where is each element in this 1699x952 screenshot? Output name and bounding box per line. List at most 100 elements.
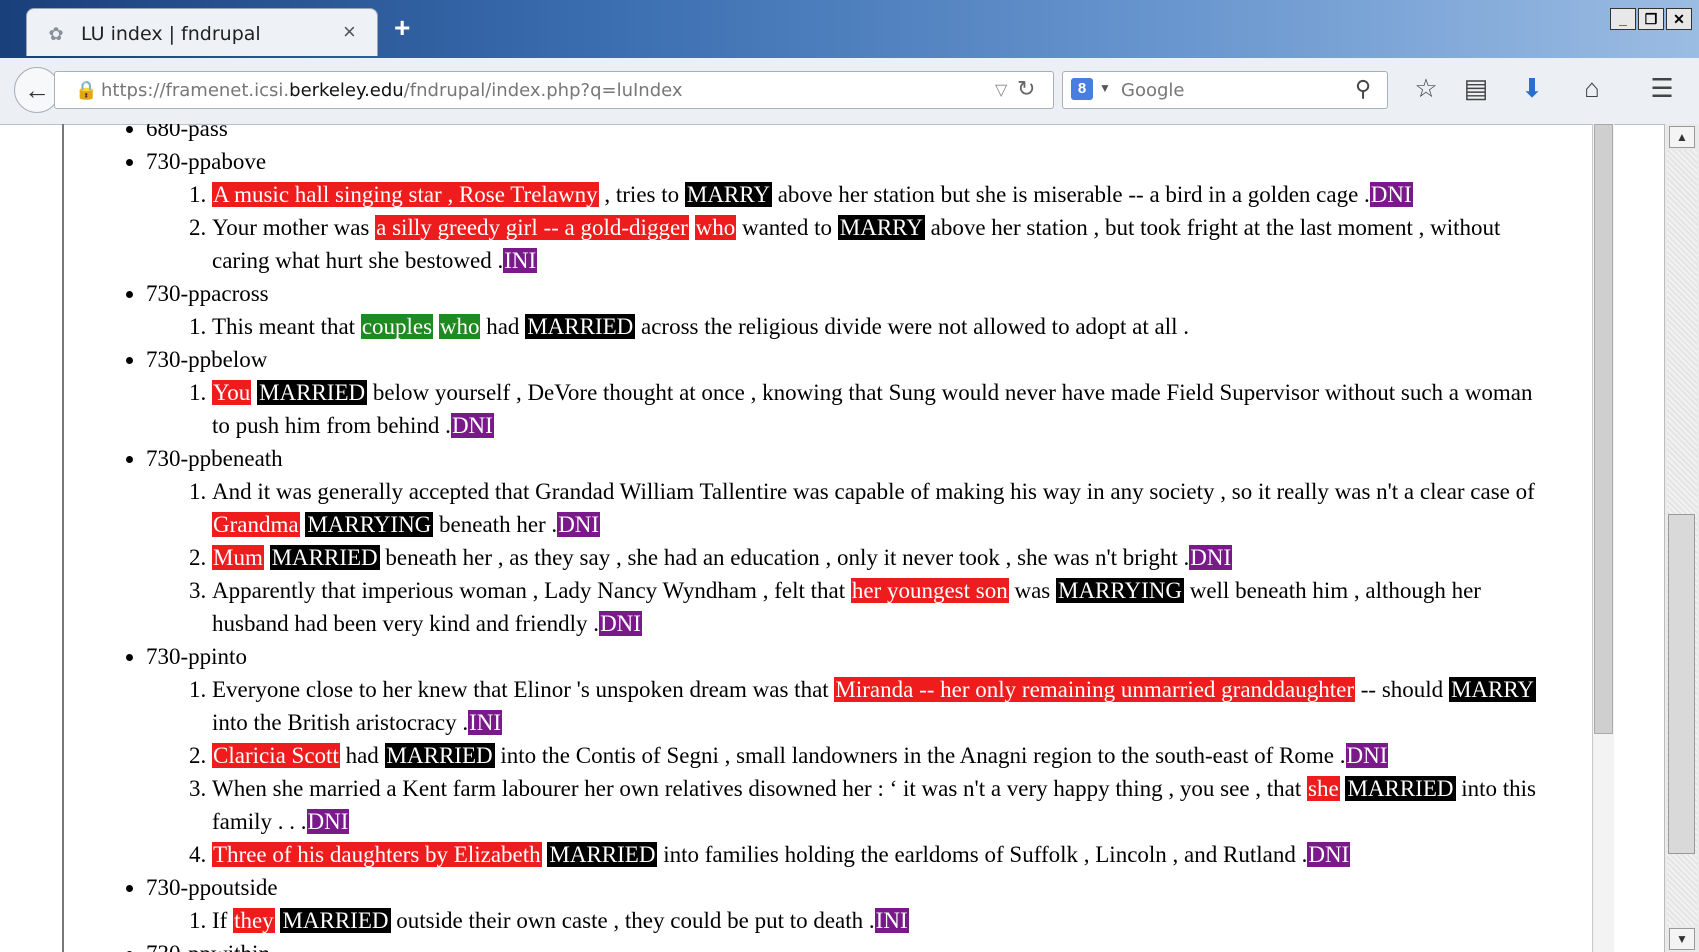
scrollbar-thumb[interactable]: [1668, 514, 1695, 854]
null-instantiation-label: DNI: [450, 413, 494, 438]
example-sentence: Everyone close to her knew that Elinor '…: [212, 673, 1584, 739]
lexical-unit-item: 730-ppwithin: [146, 937, 1584, 952]
sentence-text: into the British aristocracy .: [212, 710, 469, 735]
page-inner-scrollbar[interactable]: [1592, 124, 1614, 952]
null-instantiation-label: DNI: [1369, 182, 1413, 207]
frame-element-highlight-green: couples: [360, 314, 434, 339]
target-word-highlight: MARRY: [684, 182, 772, 207]
window-titlebar: ✿ LU index | fndrupal × + _ ❐ ✕: [0, 0, 1699, 58]
lexical-unit-name[interactable]: 730-ppbeneath: [146, 446, 283, 471]
url-suffix: /fndrupal/index.php?q=luIndex: [403, 80, 683, 101]
sentence-text: , tries to: [598, 182, 685, 207]
back-arrow-icon: ←: [24, 75, 50, 105]
example-sentence: This meant that couples who had MARRIED …: [212, 310, 1584, 343]
target-word-highlight: MARRIED: [257, 380, 368, 405]
search-bar[interactable]: 8 ▼ Google ⚲: [1062, 71, 1388, 109]
lexical-unit-name[interactable]: 730-ppwithin: [146, 941, 270, 952]
url-bar[interactable]: 🔒 https://framenet.icsi.berkeley.edu/fnd…: [54, 71, 1054, 109]
bookmark-star-icon[interactable]: ☆: [1406, 68, 1446, 108]
sentence-text: And it was generally accepted that Grand…: [212, 479, 1535, 504]
sentence-text: Apparently that imperious woman , Lady N…: [212, 578, 851, 603]
example-sentence: You MARRIED below yourself , DeVore thou…: [212, 376, 1584, 442]
menu-icon[interactable]: ☰: [1642, 68, 1682, 108]
scroll-up-arrow-icon[interactable]: ▲: [1669, 126, 1695, 148]
url-history-dropdown-icon[interactable]: ▽: [995, 80, 1007, 100]
sentence-text: was: [1008, 578, 1056, 603]
home-icon[interactable]: ⌂: [1572, 68, 1612, 108]
tab-close-icon[interactable]: ×: [343, 19, 356, 45]
target-word-highlight: MARRIED: [525, 314, 636, 339]
target-word-highlight: MARRIED: [269, 545, 380, 570]
sentence-text: [433, 314, 439, 339]
lexical-unit-name[interactable]: 730-ppacross: [146, 281, 269, 306]
null-instantiation-label: INI: [468, 710, 503, 735]
sentence-text: beneath her .: [433, 512, 558, 537]
example-sentence: Your mother was a silly greedy girl -- a…: [212, 211, 1584, 277]
lexical-unit-name[interactable]: 730-ppbelow: [146, 347, 267, 372]
close-window-button[interactable]: ✕: [1666, 8, 1692, 30]
search-placeholder: Google: [1121, 80, 1185, 101]
sentence-text: When she married a Kent farm labourer he…: [212, 776, 1308, 801]
url-text[interactable]: https://framenet.icsi.berkeley.edu/fndru…: [101, 80, 683, 101]
lock-icon: 🔒: [75, 80, 98, 100]
target-word-highlight: MARRYING: [305, 512, 434, 537]
minimize-button[interactable]: _: [1610, 8, 1636, 30]
example-sentence: A music hall singing star , Rose Trelawn…: [212, 178, 1584, 211]
sentence-text: [689, 215, 695, 240]
example-sentence-list: If they MARRIED outside their own caste …: [146, 904, 1584, 937]
lexical-unit-name[interactable]: 680-pass: [146, 124, 228, 141]
example-sentence: When she married a Kent farm labourer he…: [212, 772, 1584, 838]
null-instantiation-label: DNI: [1307, 842, 1351, 867]
frame-element-highlight: they: [233, 908, 275, 933]
lexical-unit-item: 730-ppinto Everyone close to her knew tha…: [146, 640, 1584, 871]
window-controls: _ ❐ ✕: [1608, 8, 1692, 32]
downloads-icon[interactable]: ⬇: [1512, 68, 1552, 108]
lexical-unit-name[interactable]: 730-ppabove: [146, 149, 266, 174]
search-icon[interactable]: ⚲: [1355, 76, 1371, 102]
search-engine-dropdown-icon[interactable]: ▼: [1099, 81, 1111, 95]
sentence-text: had: [339, 743, 385, 768]
search-engine-icon[interactable]: 8: [1071, 78, 1093, 100]
sentence-text: Everyone close to her knew that Elinor '…: [212, 677, 835, 702]
lexical-unit-name[interactable]: 730-ppinto: [146, 644, 247, 669]
sentence-text: beneath her , as they say , she had an e…: [379, 545, 1190, 570]
target-word-highlight: MARRY: [1448, 677, 1537, 702]
lexical-unit-item: 730-ppoutside If they MARRIED outside the…: [146, 871, 1584, 937]
lexical-unit-list: 680-pass 730-ppabove A music hall singing …: [64, 124, 1584, 952]
page-favicon-icon: ✿: [48, 24, 64, 44]
new-tab-button[interactable]: +: [394, 14, 410, 42]
bookmarks-list-icon[interactable]: ▤: [1456, 68, 1496, 108]
reload-icon[interactable]: ↻: [1017, 76, 1035, 102]
target-word-highlight: MARRIED: [1345, 776, 1456, 801]
sentence-text: into families holding the earldoms of Su…: [657, 842, 1308, 867]
sentence-text: Your mother was: [212, 215, 376, 240]
null-instantiation-label: DNI: [599, 611, 642, 636]
null-instantiation-label: DNI: [557, 512, 601, 537]
frame-element-highlight: You: [212, 380, 252, 405]
restore-button[interactable]: ❐: [1638, 8, 1664, 30]
url-prefix: https://framenet.icsi.: [101, 80, 290, 101]
null-instantiation-label: INI: [503, 248, 538, 273]
target-word-highlight: MARRYING: [1056, 578, 1184, 603]
sentence-text: [264, 545, 270, 570]
sentence-text: into the Contis of Segni , small landown…: [494, 743, 1346, 768]
inner-scrollbar-thumb[interactable]: [1594, 124, 1613, 734]
scroll-down-arrow-icon[interactable]: ▼: [1669, 928, 1695, 950]
example-sentence-list: This meant that couples who had MARRIED …: [146, 310, 1584, 343]
sentence-text: outside their own caste , they could be …: [390, 908, 875, 933]
lexical-unit-item: 730-ppacross This meant that couples who …: [146, 277, 1584, 343]
sentence-text: This meant that: [212, 314, 361, 339]
example-sentence-list: A music hall singing star , Rose Trelawn…: [146, 178, 1584, 277]
tab-title: LU index | fndrupal: [81, 23, 261, 45]
target-word-highlight: MARRY: [837, 215, 925, 240]
lexical-unit-item: 730-ppbelow You MARRIED below yourself , …: [146, 343, 1584, 442]
browser-tab[interactable]: ✿ LU index | fndrupal ×: [26, 8, 378, 56]
null-instantiation-label: DNI: [1189, 545, 1233, 570]
target-word-highlight: MARRIED: [547, 842, 658, 867]
frame-element-highlight: Claricia Scott: [212, 743, 340, 768]
example-sentence: If they MARRIED outside their own caste …: [212, 904, 1584, 937]
vertical-scrollbar[interactable]: ▲ ▼: [1664, 124, 1699, 952]
example-sentence-list: Everyone close to her knew that Elinor '…: [146, 673, 1584, 871]
lexical-unit-name[interactable]: 730-ppoutside: [146, 875, 278, 900]
frame-element-highlight: A music hall singing star , Rose Trelawn…: [212, 182, 599, 207]
